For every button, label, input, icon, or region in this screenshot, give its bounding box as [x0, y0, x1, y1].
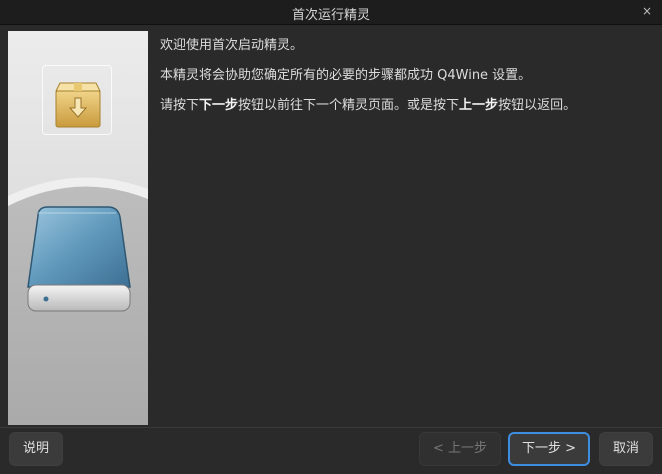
window-title: 首次运行精灵	[291, 8, 370, 23]
instruction-back-emphasis: 上一步	[459, 98, 499, 113]
hard-drive-icon	[27, 206, 131, 312]
instruction-next-emphasis: 下一步	[199, 98, 239, 113]
icon-highlight-frame	[42, 65, 112, 135]
help-button[interactable]: 说明	[9, 432, 63, 466]
close-button[interactable]: ×	[640, 3, 654, 19]
next-button[interactable]: 下一步 >	[508, 432, 590, 466]
button-bar-separator	[0, 427, 662, 428]
title-bar[interactable]: 首次运行精灵 ×	[0, 0, 662, 25]
description-text: 本精灵将会协助您确定所有的必要的步骤都成功 Q4Wine 设置。	[160, 68, 532, 83]
wizard-window: 首次运行精灵 × 欢迎使用首次启动精灵。 本精灵将会协助您确定所有的必要的步骤都…	[0, 0, 662, 474]
wizard-side-image	[8, 31, 148, 425]
cancel-button[interactable]: 取消	[599, 432, 653, 466]
welcome-text: 欢迎使用首次启动精灵。	[160, 38, 304, 53]
instruction-part-2: 按钮以前往下一个精灵页面。或是按下	[238, 98, 460, 113]
instruction-part-1: 请按下	[160, 98, 200, 113]
back-button[interactable]: < 上一步	[419, 432, 501, 466]
wizard-content: 欢迎使用首次启动精灵。 本精灵将会协助您确定所有的必要的步骤都成功 Q4Wine…	[160, 36, 655, 126]
instruction-text: 请按下下一步按钮以前往下一个精灵页面。或是按下上一步按钮以返回。	[160, 96, 655, 116]
instruction-part-3: 按钮以返回。	[498, 98, 577, 113]
